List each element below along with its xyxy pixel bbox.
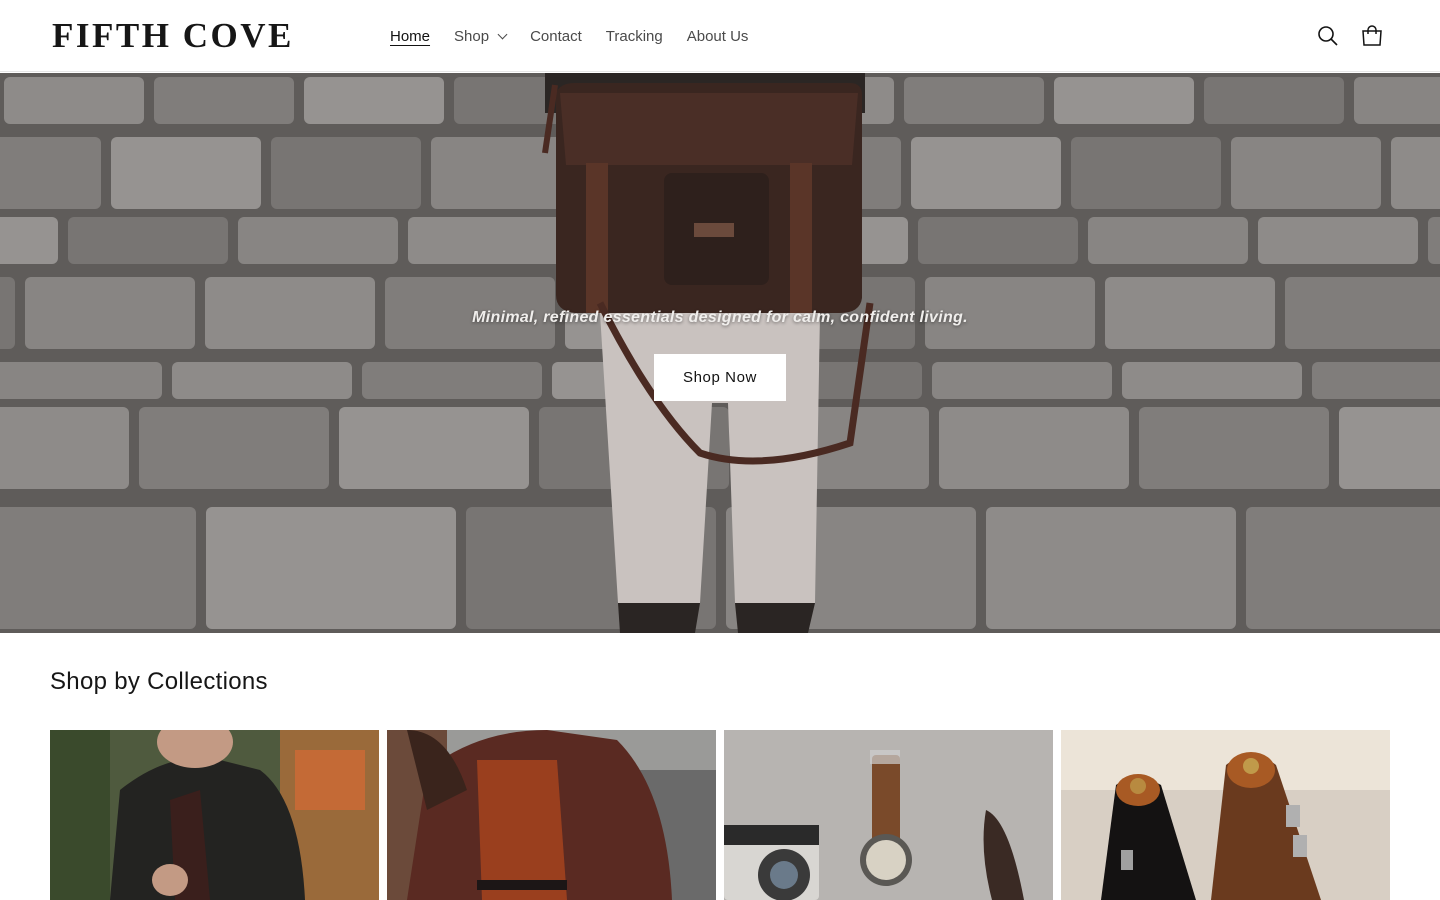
collection-tile[interactable] xyxy=(387,730,716,900)
nav-label: Tracking xyxy=(605,27,663,45)
nav-item-about[interactable]: About Us xyxy=(675,0,761,72)
nav-item-shop[interactable]: Shop xyxy=(442,0,518,72)
nav-item-home[interactable]: Home xyxy=(378,0,442,72)
collection-tile[interactable] xyxy=(50,730,379,900)
collection-tile[interactable] xyxy=(1061,730,1390,900)
nav-label: About Us xyxy=(686,27,749,45)
site-header: FIFTH COVE Home Shop Contact Tracking Ab… xyxy=(0,0,1440,72)
main-nav: Home Shop Contact Tracking About Us xyxy=(378,0,760,72)
collections-title: Shop by Collections xyxy=(50,668,268,695)
woman-in-brown-coat-image xyxy=(387,730,716,900)
man-in-dark-jacket-image xyxy=(50,730,379,900)
shop-now-button[interactable]: Shop Now xyxy=(654,354,786,401)
collections-grid xyxy=(50,730,1390,900)
camera-watch-sunglasses-image xyxy=(724,730,1053,900)
chevron-down-icon xyxy=(497,29,508,39)
nav-item-tracking[interactable]: Tracking xyxy=(594,0,675,72)
nav-label: Home xyxy=(390,27,431,45)
leather-monk-shoes-image xyxy=(1061,730,1390,900)
hero-tagline: Minimal, refined essentials designed for… xyxy=(472,309,968,326)
collection-tile[interactable] xyxy=(724,730,1053,900)
brand-logo[interactable]: FIFTH COVE xyxy=(52,14,294,58)
nav-label: Shop xyxy=(454,27,490,45)
hero-image xyxy=(0,73,1440,633)
hero-banner: Minimal, refined essentials designed for… xyxy=(0,73,1440,633)
nav-item-contact[interactable]: Contact xyxy=(518,0,594,72)
cart-icon[interactable] xyxy=(1354,18,1390,54)
search-icon[interactable] xyxy=(1310,18,1346,54)
nav-label: Contact xyxy=(530,27,582,45)
